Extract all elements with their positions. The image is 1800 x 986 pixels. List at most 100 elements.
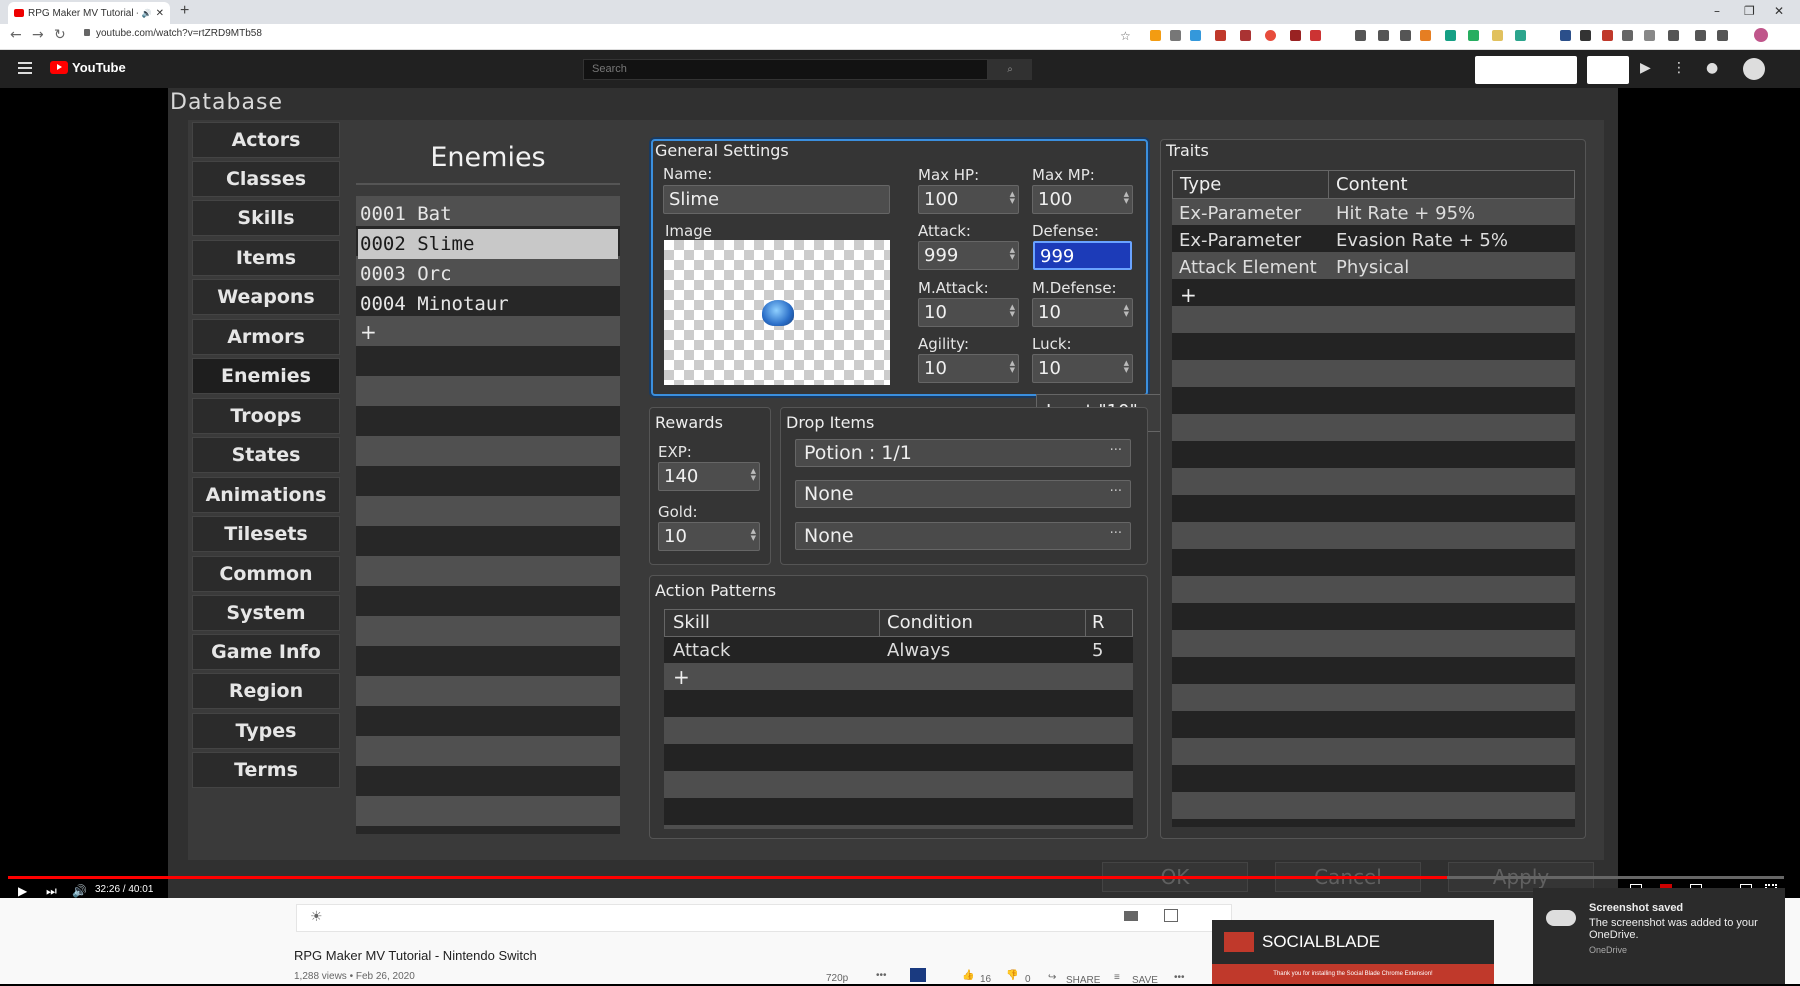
search-icon[interactable]: ⌕ [988, 59, 1032, 80]
new-tab-button[interactable]: + [180, 2, 189, 20]
profile-avatar[interactable] [1754, 28, 1768, 42]
max-mp-field[interactable]: 100 ▲ ▼ [1032, 185, 1133, 214]
extension-icon[interactable] [1602, 30, 1613, 41]
next-icon[interactable]: ⏭ [46, 884, 57, 899]
extension-widget[interactable] [1587, 56, 1629, 84]
add-action-icon[interactable]: + [673, 665, 690, 689]
category-classes-button[interactable]: Classes [192, 161, 340, 197]
extension-icon[interactable] [1378, 30, 1389, 41]
more-icon[interactable]: ··· [1110, 484, 1122, 499]
category-items-button[interactable]: Items [192, 240, 340, 276]
share-icon[interactable]: ↪ [1048, 972, 1056, 983]
notifications-bell-icon[interactable]: ● [1706, 60, 1718, 76]
category-region-button[interactable]: Region [192, 673, 340, 709]
column-header-r[interactable]: R [1092, 612, 1105, 633]
category-animations-button[interactable]: Animations [192, 477, 340, 513]
forward-icon[interactable]: → [32, 27, 44, 43]
extension-icon[interactable] [1310, 30, 1321, 41]
youtube-logo[interactable]: YouTube [50, 60, 126, 75]
category-states-button[interactable]: States [192, 437, 340, 473]
extension-icon[interactable] [1644, 30, 1655, 41]
spinner-icon[interactable]: ▲ ▼ [1124, 304, 1129, 318]
menu-icon[interactable] [18, 62, 32, 64]
address-bar[interactable]: youtube.com/watch?v=rtZRD9MTb58 [84, 28, 262, 39]
spinner-icon[interactable]: ▲ ▼ [1124, 360, 1129, 374]
trait-content-cell[interactable]: Hit Rate + 95% [1336, 203, 1475, 224]
extension-icon[interactable] [1265, 30, 1276, 41]
bookmark-star-icon[interactable]: ☆ [1120, 29, 1131, 43]
more-icon[interactable]: ••• [1174, 972, 1185, 983]
drop-item-dropdown[interactable]: None ··· [795, 480, 1131, 508]
category-types-button[interactable]: Types [192, 713, 340, 749]
trait-type-cell[interactable]: Ex-Parameter [1179, 203, 1301, 224]
share-box-icon[interactable] [1164, 909, 1178, 922]
enemy-list-item[interactable]: 0003 Orc [358, 259, 618, 289]
drop-item-dropdown[interactable]: Potion : 1/1 ··· [795, 439, 1131, 467]
column-header-condition[interactable]: Condition [887, 612, 973, 633]
account-avatar[interactable] [1743, 58, 1765, 80]
extension-icon[interactable] [1215, 30, 1226, 41]
column-header-content[interactable]: Content [1336, 174, 1408, 195]
extension-icon[interactable] [1190, 30, 1201, 41]
like-icon[interactable]: 👍 [962, 970, 974, 981]
play-icon[interactable]: ▶ [18, 884, 27, 898]
extension-icon[interactable] [1580, 30, 1591, 41]
share-button[interactable]: SHARE [1066, 975, 1100, 986]
brightness-icon[interactable]: ☀ [310, 909, 323, 925]
trait-content-cell[interactable]: Physical [1336, 257, 1409, 278]
extension-icon[interactable] [1420, 30, 1431, 41]
tab-audio-icon[interactable]: 🔊 [142, 9, 152, 18]
browser-tab[interactable]: RPG Maker MV Tutorial - Ni 🔊 ✕ [8, 2, 170, 24]
volume-icon[interactable]: 🔊 [72, 884, 87, 898]
enemy-list-item[interactable]: 0004 Minotaur [358, 289, 618, 319]
spinner-icon[interactable]: ▲ ▼ [1010, 360, 1015, 374]
dislike-icon[interactable]: 👎 [1006, 970, 1018, 981]
extension-icon[interactable] [1560, 30, 1571, 41]
spinner-icon[interactable]: ▲ ▼ [1010, 191, 1015, 205]
maximize-icon[interactable]: ❐ [1744, 4, 1755, 18]
luck-field[interactable]: 10 ▲ ▼ [1032, 354, 1133, 383]
column-header-type[interactable]: Type [1180, 174, 1221, 195]
action-skill-cell[interactable]: Attack [673, 640, 730, 661]
category-enemies-button[interactable]: Enemies [192, 358, 340, 394]
category-tilesets-button[interactable]: Tilesets [192, 516, 340, 552]
add-trait-icon[interactable]: + [1180, 283, 1197, 307]
drop-item-dropdown[interactable]: None ··· [795, 522, 1131, 550]
enemy-list-item-selected[interactable]: 0002 Slime [358, 229, 618, 259]
save-icon[interactable]: ≡ [1114, 972, 1120, 983]
category-skills-button[interactable]: Skills [192, 200, 340, 236]
back-icon[interactable]: ← [10, 27, 22, 43]
onedrive-toast[interactable]: Screenshot saved The screenshot was adde… [1533, 888, 1785, 984]
extension-icon[interactable] [1515, 30, 1526, 41]
extension-icon[interactable] [1170, 30, 1181, 41]
trait-type-cell[interactable]: Ex-Parameter [1179, 230, 1301, 251]
max-hp-field[interactable]: 100 ▲ ▼ [918, 185, 1019, 214]
extension-icon[interactable] [1290, 30, 1301, 41]
more-icon[interactable]: ••• [876, 970, 887, 981]
enemy-list-item[interactable]: 0001 Bat [358, 199, 618, 229]
spinner-icon[interactable]: ▲ ▼ [1010, 247, 1015, 261]
extension-icon[interactable] [1240, 30, 1251, 41]
agility-field[interactable]: 10 ▲ ▼ [918, 354, 1019, 383]
spinner-icon[interactable]: ▲ ▼ [1010, 304, 1015, 318]
extension-icon[interactable] [910, 968, 926, 982]
spinner-icon[interactable]: ▲ ▼ [751, 468, 756, 482]
extension-icon[interactable] [1695, 30, 1706, 41]
quality-label[interactable]: 720p [826, 973, 848, 984]
category-troops-button[interactable]: Troops [192, 398, 340, 434]
extension-icon[interactable] [1492, 30, 1503, 41]
category-system-button[interactable]: System [192, 595, 340, 631]
m-attack-field[interactable]: 10 ▲ ▼ [918, 298, 1019, 327]
column-header-skill[interactable]: Skill [673, 612, 710, 633]
spinner-icon[interactable]: ▲ ▼ [1124, 191, 1129, 205]
more-icon[interactable]: ··· [1110, 443, 1122, 458]
extension-icon[interactable] [1400, 30, 1411, 41]
traits-table[interactable] [1172, 198, 1575, 827]
camera-icon[interactable] [1124, 911, 1138, 921]
category-common-events-button[interactable]: Common Events [192, 556, 340, 621]
name-field[interactable]: Slime [663, 185, 890, 214]
close-window-icon[interactable]: ✕ [1774, 4, 1784, 18]
create-video-icon[interactable]: ▶ [1640, 60, 1651, 76]
extension-icon[interactable] [1622, 30, 1633, 41]
add-enemy-icon[interactable]: + [360, 320, 377, 344]
